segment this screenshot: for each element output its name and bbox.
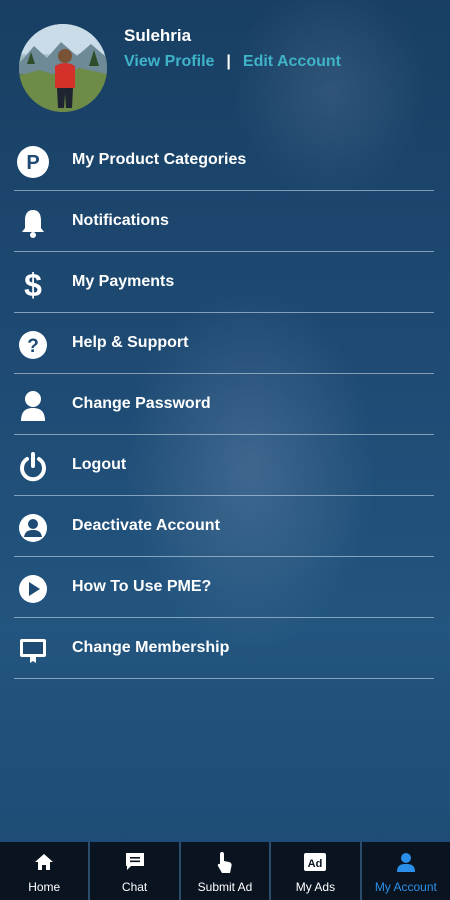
menu-item-label: Help & Support [72,334,189,351]
tab-label: My Ads [295,880,336,894]
user-icon [16,389,50,423]
link-separator: | [226,53,231,70]
bottom-tab-bar: Home Chat Submit Ad Ad My Ads My Account [0,842,450,900]
menu-item-label: My Payments [72,273,175,290]
avatar-photo [19,24,107,112]
menu-item-notifications[interactable]: Notifications [14,191,434,252]
profile-name: Sulehria [124,26,192,45]
tab-my-account[interactable]: My Account [362,842,450,900]
user-circle-icon [16,511,50,545]
tab-label: Home [28,880,61,894]
p-circle-icon: P [16,145,50,179]
menu-item-deactivate-account[interactable]: Deactivate Account [14,496,434,557]
svg-text:Ad: Ad [308,858,323,870]
menu-item-payments[interactable]: $ My Payments [14,252,434,313]
home-icon [32,850,56,874]
dollar-icon: $ [16,267,50,301]
menu-item-how-to-use[interactable]: How To Use PME? [14,557,434,618]
tap-icon [213,850,237,874]
ad-icon: Ad [303,850,327,874]
avatar[interactable] [19,24,107,112]
tab-home[interactable]: Home [0,842,91,900]
tab-label: Chat [121,880,148,894]
menu-item-label: Logout [72,456,127,473]
profile-links: View Profile | Edit Account [124,53,341,71]
menu-item-label: How To Use PME? [72,578,212,595]
menu-item-label: Notifications [72,212,169,229]
membership-icon [16,633,50,667]
svg-text:P: P [26,152,39,174]
tab-label: My Account [374,880,437,894]
view-profile-link[interactable]: View Profile [124,53,214,71]
tab-my-ads[interactable]: Ad My Ads [271,842,362,900]
account-menu: P My Product Categories Notifications $ … [14,130,434,679]
power-icon [16,450,50,484]
profile-header: Sulehria View Profile | Edit Account [0,0,450,130]
tab-chat[interactable]: Chat [90,842,181,900]
bell-icon [16,206,50,240]
menu-item-help-support[interactable]: ? Help & Support [14,313,434,374]
menu-item-product-categories[interactable]: P My Product Categories [14,130,434,191]
menu-item-logout[interactable]: Logout [14,435,434,496]
menu-item-change-password[interactable]: Change Password [14,374,434,435]
svg-text:$: $ [24,267,42,301]
menu-item-label: Deactivate Account [72,517,220,534]
play-circle-icon [16,572,50,606]
chat-icon [123,850,147,874]
account-icon [394,850,418,874]
menu-item-label: Change Password [72,395,211,412]
tab-submit-ad[interactable]: Submit Ad [181,842,272,900]
edit-account-link[interactable]: Edit Account [243,53,341,71]
question-circle-icon: ? [16,328,50,362]
menu-item-label: Change Membership [72,639,230,656]
menu-item-change-membership[interactable]: Change Membership [14,618,434,679]
svg-text:?: ? [27,336,39,357]
menu-item-label: My Product Categories [72,151,247,168]
tab-label: Submit Ad [197,880,253,894]
